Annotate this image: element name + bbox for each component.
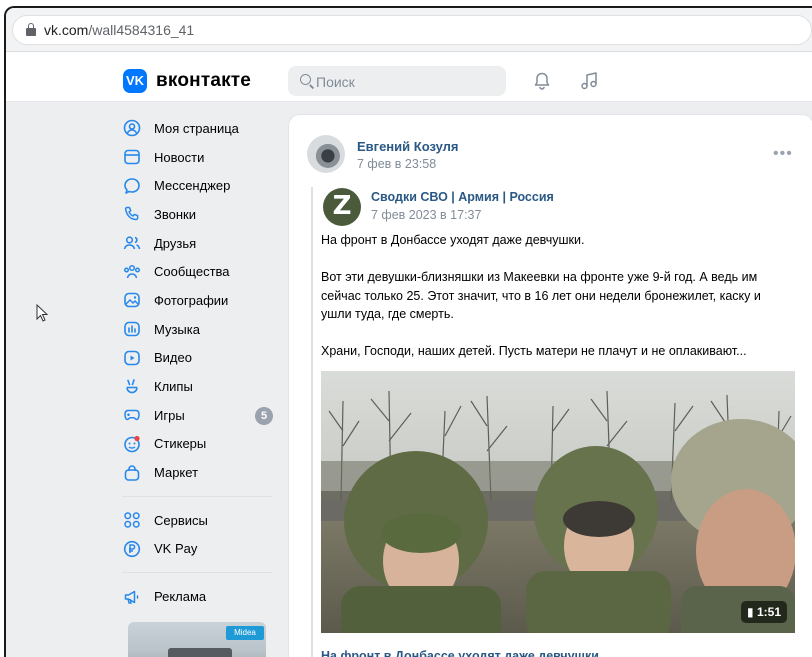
market-icon: [122, 463, 142, 483]
post-timestamp[interactable]: 7 фев в 23:58: [357, 157, 436, 171]
search-placeholder: Поиск: [316, 74, 355, 90]
ad-banner-image[interactable]: Midea: [128, 622, 266, 657]
communities-icon: [122, 262, 142, 282]
video-duration-badge: ▮ 1:51: [741, 601, 787, 623]
vkpay-icon: [122, 539, 142, 559]
author-avatar[interactable]: [307, 135, 345, 173]
sidebar-item-label: Мессенджер: [154, 178, 231, 194]
sidebar-item-calls[interactable]: Звонки: [122, 200, 282, 229]
sidebar-item-messenger[interactable]: Мессенджер: [122, 171, 282, 200]
sidebar-item-market[interactable]: Маркет: [122, 458, 282, 487]
news-icon: [122, 147, 142, 167]
browser-address-bar: vk.com/wall4584316_41: [6, 8, 812, 52]
video-icon: [122, 348, 142, 368]
sidebar-item-communities[interactable]: Сообщества: [122, 257, 282, 286]
vk-logo-text[interactable]: вконтакте: [156, 70, 251, 92]
sidebar-item-ads[interactable]: Реклама: [122, 582, 282, 611]
sidebar-item-label: Игры: [154, 407, 185, 423]
browser-window: vk.com/wall4584316_41 VK вконтакте Поиск…: [4, 6, 812, 657]
repost-indicator-line: [311, 187, 313, 657]
sidebar-item-label: Фотографии: [154, 292, 229, 308]
sidebar-item-label: Моя страница: [154, 120, 239, 136]
left-sidebar: Моя страница Новости Мессенджер Звонки Д…: [122, 114, 282, 611]
lock-icon: [26, 23, 36, 36]
megaphone-icon: [122, 587, 142, 607]
url-text[interactable]: vk.com/wall4584316_41: [44, 22, 194, 38]
video-player[interactable]: ▮ 1:51: [321, 371, 795, 633]
clips-icon: [122, 377, 142, 397]
sidebar-item-photos[interactable]: Фотографии: [122, 286, 282, 315]
sidebar-item-label: VK Pay: [154, 541, 198, 557]
sidebar-divider: [122, 572, 272, 574]
games-icon: [122, 405, 142, 425]
music-player-icon[interactable]: [580, 72, 598, 90]
post-text: На фронт в Донбассе уходят даже девчушки…: [321, 231, 791, 379]
sidebar-item-stickers[interactable]: Стикеры: [122, 430, 282, 459]
sidebar-item-label: Видео: [154, 350, 192, 366]
stickers-icon: [122, 434, 142, 454]
url-path: /wall4584316_41: [88, 22, 195, 38]
sidebar-item-clips[interactable]: Клипы: [122, 372, 282, 401]
video-title-link[interactable]: На фронт в Донбассе уходят даже девчушки…: [321, 649, 602, 657]
sidebar-item-vk-pay[interactable]: VK Pay: [122, 535, 282, 564]
music-icon: [122, 319, 142, 339]
profile-icon: [122, 118, 142, 138]
sidebar-item-friends[interactable]: Друзья: [122, 229, 282, 258]
sidebar-item-label: Стикеры: [154, 436, 207, 452]
source-avatar[interactable]: Z: [323, 188, 361, 226]
post-paragraph: Храни, Господи, наших детей. Пусть матер…: [321, 344, 747, 358]
video-people: [341, 419, 795, 633]
sidebar-item-music[interactable]: Музыка: [122, 315, 282, 344]
url-domain: vk.com: [44, 22, 89, 38]
post-author-name[interactable]: Евгений Козуля: [357, 139, 459, 154]
wall-post-card: Евгений Козуля 7 фев в 23:58 ••• Z Сводк…: [288, 114, 812, 657]
sidebar-item-label: Звонки: [154, 206, 196, 222]
ad-brand-logo: Midea: [226, 626, 264, 640]
search-input[interactable]: Поиск: [288, 66, 506, 96]
sidebar-item-label: Сервисы: [154, 512, 208, 528]
messenger-icon: [122, 176, 142, 196]
sidebar-item-news[interactable]: Новости: [122, 143, 282, 172]
sidebar-item-label: Друзья: [154, 235, 197, 251]
source-avatar-letter: Z: [332, 191, 352, 221]
post-menu-icon[interactable]: •••: [773, 145, 793, 163]
post-paragraph: Вот эти девушки-близняшки из Макеевки на…: [321, 270, 761, 321]
sidebar-divider: [122, 495, 272, 497]
sidebar-item-label: Музыка: [154, 321, 200, 337]
sidebar-item-my-page[interactable]: Моя страница: [122, 114, 282, 143]
sidebar-item-label: Новости: [154, 149, 205, 165]
services-icon: [122, 510, 142, 530]
sidebar-item-games[interactable]: Игры 5: [122, 401, 282, 430]
sidebar-item-label: Сообщества: [154, 264, 230, 280]
vk-logo-icon[interactable]: VK: [123, 69, 147, 93]
repost-source-time[interactable]: 7 фев 2023 в 17:37: [371, 208, 481, 222]
repost-source-name[interactable]: Сводки СВО | Армия | Россия: [371, 190, 554, 204]
photos-icon: [122, 290, 142, 310]
duration-bars-icon: ▮: [747, 605, 757, 619]
mouse-cursor-icon: [36, 304, 48, 322]
sidebar-item-label: Реклама: [154, 589, 207, 605]
games-count-badge: 5: [255, 406, 273, 425]
sidebar-item-services[interactable]: Сервисы: [122, 506, 282, 535]
video-duration: 1:51: [756, 605, 781, 619]
search-icon: [300, 74, 311, 85]
bell-icon[interactable]: [534, 72, 550, 90]
post-paragraph: На фронт в Донбассе уходят даже девчушки…: [321, 233, 585, 247]
friends-icon: [122, 233, 142, 253]
phone-icon: [122, 204, 142, 224]
sidebar-item-label: Клипы: [154, 379, 193, 395]
sidebar-item-label: Маркет: [154, 465, 199, 481]
sidebar-item-video[interactable]: Видео: [122, 344, 282, 373]
vk-header: VK вконтакте Поиск: [6, 52, 812, 102]
ad-appliance-shape: [168, 648, 232, 657]
